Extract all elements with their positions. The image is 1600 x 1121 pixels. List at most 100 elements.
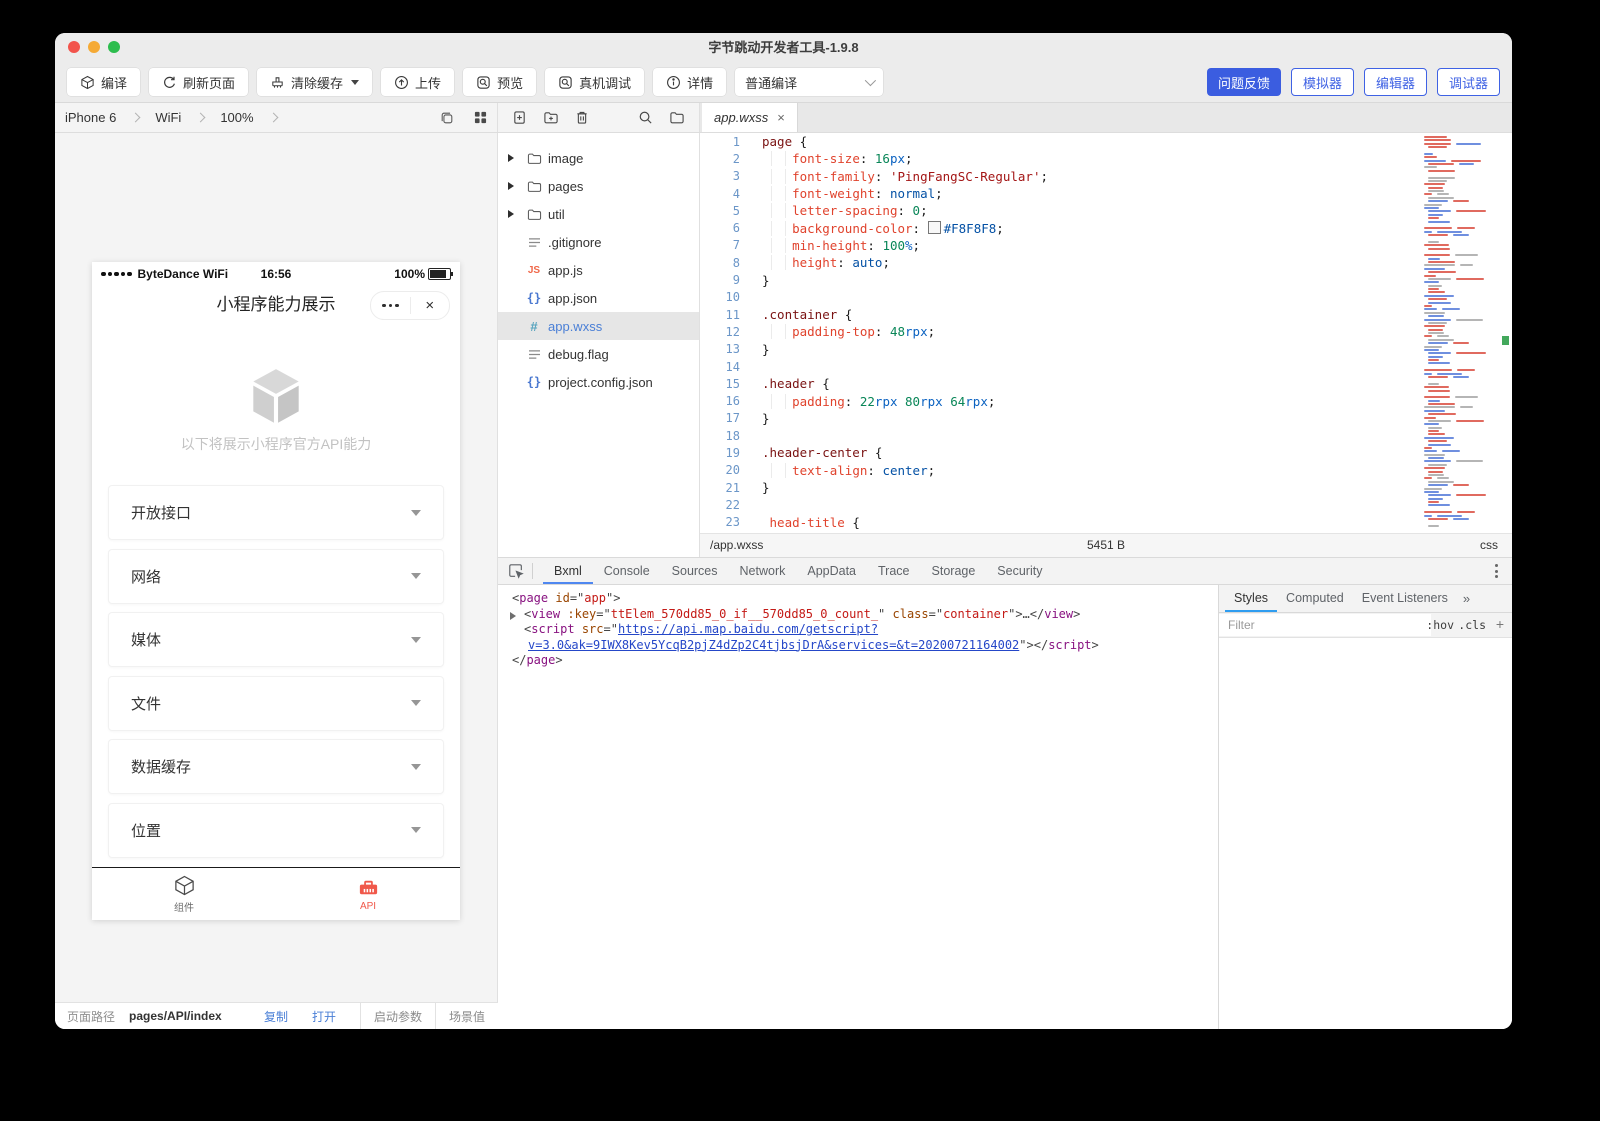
tree-item-name: debug.flag: [548, 347, 609, 362]
code-line: 15.header {: [700, 375, 1512, 392]
device-bar-network[interactable]: WiFi: [155, 110, 181, 125]
search-icon[interactable]: [638, 110, 653, 125]
new-folder-icon[interactable]: [543, 110, 559, 125]
device-toolbar: iPhone 6 WiFi 100% app.wxss ×: [55, 103, 1512, 133]
tree-item-debug.flag[interactable]: debug.flag: [498, 340, 699, 368]
dom-tree-line[interactable]: </page>: [498, 653, 1218, 669]
styles-panel-tab-event-listeners[interactable]: Event Listeners: [1353, 585, 1457, 612]
toolbar-button-clear-cache[interactable]: 清除缓存: [257, 68, 372, 96]
caret-down-icon: [351, 80, 359, 85]
devtools-tab-console[interactable]: Console: [593, 558, 661, 584]
editor-minimap[interactable]: [1424, 136, 1504, 528]
api-section-3[interactable]: 文件: [108, 676, 444, 731]
compile-cube-icon: [80, 75, 95, 90]
refresh-icon: [162, 75, 177, 90]
line-number: 2: [700, 152, 740, 166]
text-file-icon: [525, 237, 543, 248]
tree-item-app.json[interactable]: {}app.json: [498, 284, 699, 312]
code-line: 4 font-weight: normal;: [700, 185, 1512, 202]
devtools-tab-trace[interactable]: Trace: [867, 558, 921, 584]
api-section-0[interactable]: 开放接口: [108, 485, 444, 540]
chevron-right-icon: [196, 113, 206, 123]
devtools-tab-appdata[interactable]: AppData: [796, 558, 867, 584]
close-mini-app-icon[interactable]: ×: [411, 293, 450, 318]
class-toggle[interactable]: .cls: [1458, 613, 1486, 637]
mini-app-tab-label: API: [360, 901, 376, 912]
page-path-label: 页面路径: [67, 1008, 115, 1025]
styles-filter-input[interactable]: Filter: [1219, 614, 1431, 636]
dom-tree-line[interactable]: <script src="https://api.map.baidu.com/g…: [498, 622, 1218, 638]
scene-value-button[interactable]: 场景值: [435, 1003, 498, 1029]
styles-panel-tab-styles[interactable]: Styles: [1225, 585, 1277, 612]
device-bar-zoom[interactable]: 100%: [220, 110, 253, 125]
feedback-button[interactable]: 问题反馈: [1207, 68, 1281, 96]
trash-icon[interactable]: [575, 110, 589, 125]
copy-icon[interactable]: [440, 111, 454, 125]
expand-arrow-icon[interactable]: [510, 612, 516, 620]
debugger-button[interactable]: 调试器: [1437, 68, 1500, 96]
dom-tree-line[interactable]: v=3.0&ak=9IWX8Kev5YcqB2pjZ4dZp2C4tjbsjDr…: [498, 638, 1218, 654]
dom-tree-line[interactable]: <page id="app">: [498, 591, 1218, 607]
grid-icon[interactable]: [474, 111, 487, 124]
copy-path-link[interactable]: 复制: [264, 1008, 288, 1025]
editor-status-bar: /app.wxss 5451 B css: [700, 533, 1512, 557]
line-number: 13: [700, 342, 740, 356]
toolbar-button-details[interactable]: 详情: [653, 68, 726, 96]
open-folder-icon[interactable]: [669, 110, 685, 125]
toolbar-button-remote-debug[interactable]: 真机调试: [545, 68, 644, 96]
devtools-tabbar: BxmlConsoleSourcesNetworkAppDataTraceSto…: [498, 557, 1512, 585]
disclosure-triangle-icon[interactable]: [508, 182, 514, 190]
tree-item-image[interactable]: image: [498, 144, 699, 172]
script-src-link[interactable]: v=3.0&ak=9IWX8Kev5YcqB2pjZ4dZp2C4tjbsjDr…: [528, 638, 1019, 652]
tree-item-util[interactable]: util: [498, 200, 699, 228]
disclosure-triangle-icon[interactable]: [508, 210, 514, 218]
tree-item-project.config.json[interactable]: {}project.config.json: [498, 368, 699, 396]
api-section-2[interactable]: 媒体: [108, 612, 444, 667]
more-menu-icon[interactable]: [371, 304, 410, 308]
mini-app-tab-组件[interactable]: 组件: [92, 868, 276, 920]
new-style-rule-button[interactable]: +: [1496, 613, 1504, 636]
toolbar-button-upload[interactable]: 上传: [381, 68, 454, 96]
devtools-tab-security[interactable]: Security: [986, 558, 1053, 584]
code-editor[interactable]: 1page {2 font-size: 16px;3 font-family: …: [700, 133, 1512, 533]
tree-item-app.js[interactable]: JSapp.js: [498, 256, 699, 284]
dom-tree-line[interactable]: <view :key="ttElem_570dd85_0_if__570dd85…: [498, 607, 1218, 623]
devtools-tab-network[interactable]: Network: [729, 558, 797, 584]
tree-item-.gitignore[interactable]: .gitignore: [498, 228, 699, 256]
editor-button[interactable]: 编辑器: [1364, 68, 1427, 96]
simulator-button[interactable]: 模拟器: [1291, 68, 1354, 96]
device-bar-device[interactable]: iPhone 6: [65, 110, 116, 125]
api-section-5[interactable]: 位置: [108, 803, 444, 858]
api-section-4[interactable]: 数据缓存: [108, 739, 444, 794]
tree-item-app.wxss[interactable]: #app.wxss: [498, 312, 699, 340]
launch-params-button[interactable]: 启动参数: [360, 1003, 435, 1029]
disclosure-triangle-icon[interactable]: [508, 154, 514, 162]
chevron-down-icon: [411, 637, 421, 643]
simulator-panel: ByteDance WiFi 16:56 100% 小程序能力展示 ×: [55, 133, 498, 1002]
line-number: 12: [700, 325, 740, 339]
new-file-icon[interactable]: [512, 110, 527, 125]
pseudo-state-toggle[interactable]: :hov: [1426, 613, 1454, 637]
line-number: 1: [700, 135, 740, 149]
editor-tab-app-wxss[interactable]: app.wxss ×: [702, 103, 798, 132]
script-src-link[interactable]: https://api.map.baidu.com/getscript?: [618, 622, 878, 636]
page-path-value: pages/API/index: [129, 1009, 222, 1023]
inspect-icon[interactable]: [508, 563, 524, 579]
more-options-icon[interactable]: [1495, 564, 1502, 578]
more-tabs-icon[interactable]: »: [1457, 591, 1476, 606]
close-tab-icon[interactable]: ×: [777, 110, 785, 125]
devtools-tab-storage[interactable]: Storage: [921, 558, 987, 584]
toolbar-button-compile[interactable]: 编译: [67, 68, 140, 96]
devtools-tab-bxml[interactable]: Bxml: [543, 558, 593, 584]
mini-app-tab-API[interactable]: API: [276, 868, 460, 920]
open-path-link[interactable]: 打开: [312, 1008, 336, 1025]
json-file-icon: {}: [525, 291, 543, 305]
api-section-label: 网络: [131, 566, 161, 587]
toolbar-button-refresh[interactable]: 刷新页面: [149, 68, 248, 96]
styles-panel-tab-computed[interactable]: Computed: [1277, 585, 1353, 612]
tree-item-pages[interactable]: pages: [498, 172, 699, 200]
compile-mode-dropdown[interactable]: 普通编译: [735, 68, 883, 96]
devtools-tab-sources[interactable]: Sources: [661, 558, 729, 584]
api-section-1[interactable]: 网络: [108, 549, 444, 604]
toolbar-button-preview[interactable]: 预览: [463, 68, 536, 96]
